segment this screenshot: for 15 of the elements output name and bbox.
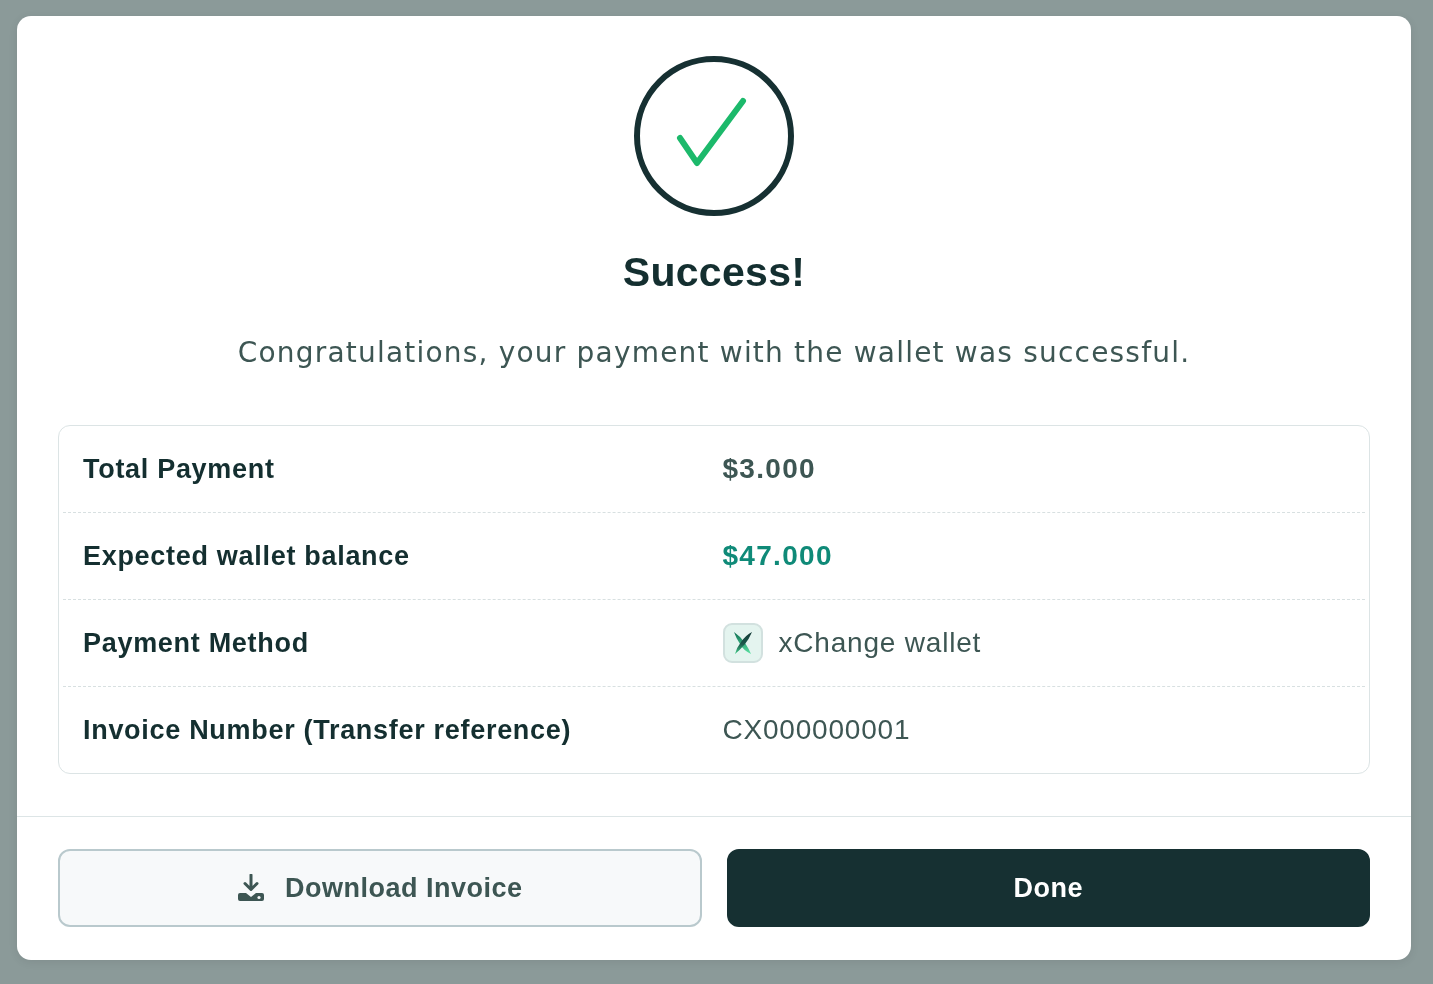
detail-label: Invoice Number (Transfer reference) <box>83 714 572 746</box>
wallet-logo-icon <box>722 623 763 663</box>
amount-value: $3.000 <box>722 453 816 485</box>
download-invoice-button[interactable]: Download Invoice <box>58 849 702 927</box>
detail-label: Total Payment <box>83 453 275 485</box>
done-button[interactable]: Done <box>726 849 1370 927</box>
success-message: Congratulations, your payment with the wallet was successful. <box>237 336 1191 370</box>
success-title: Success! <box>622 248 806 297</box>
invoice-number-value: CX000000001 <box>722 714 911 746</box>
detail-label: Expected wallet balance <box>83 540 410 572</box>
detail-label: Payment Method <box>83 627 309 659</box>
payment-method-value: xChange wallet <box>778 627 982 659</box>
balance-value: $47.000 <box>722 540 833 572</box>
download-icon <box>237 874 265 902</box>
check-circle-icon <box>634 56 794 216</box>
